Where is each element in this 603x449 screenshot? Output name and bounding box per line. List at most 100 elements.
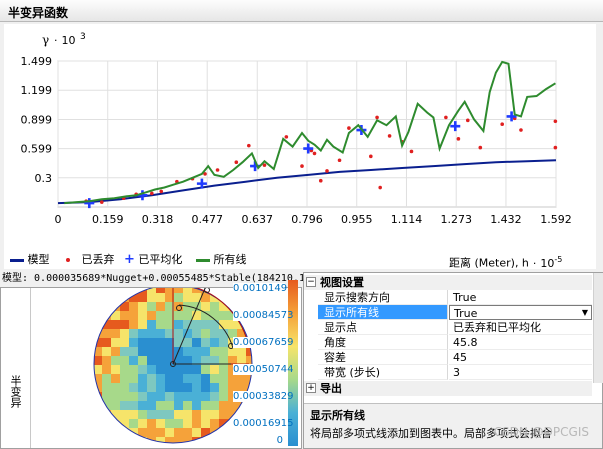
surface-cell [94,410,102,419]
surface-cell [147,374,156,383]
surface-cell [219,338,228,347]
surface-cell [120,302,129,311]
surface-cell [165,401,174,410]
surface-cell [102,401,111,410]
legend-model: 模型 [10,252,50,268]
surface-cell [111,374,120,383]
scale-label: 0 [233,435,285,446]
x-tick-label: 0.955 [341,213,373,226]
property-key: 显示所有线 [318,305,448,320]
surface-cell [183,401,192,410]
expand-icon[interactable]: + [306,383,316,393]
surface-cell [219,392,228,401]
surface-cell [201,365,210,374]
scale-label: 0.00050744 [233,364,294,375]
data-point [444,115,448,120]
surface-cell [102,392,111,401]
surface-cell [120,356,129,365]
surface-cell [165,410,174,419]
collapse-icon[interactable]: − [306,277,316,287]
property-row-show-all-lines[interactable]: 显示所有线 True ▼ [318,305,592,320]
surface-cell [120,293,129,302]
data-point [234,160,239,164]
surface-cell [138,419,147,428]
surface-cell [201,410,210,419]
data-point [465,118,470,123]
surface-cell [94,401,102,410]
data-point [387,134,392,138]
surface-cell [192,338,201,347]
surface-cell [129,419,138,428]
property-value[interactable]: 已丢弃和已平均化 [449,320,592,335]
data-point [150,191,154,196]
property-value-select[interactable]: True ▼ [449,305,592,320]
property-row-bandwidth[interactable]: 带宽 (步长) 3 [318,365,592,380]
y-tick-label: 1.199 [21,84,53,97]
surface-cell [156,329,165,338]
plus-icon: + [124,252,135,267]
surface-cell [129,329,138,338]
surface-cell [192,428,201,437]
property-value[interactable]: True [449,290,592,305]
surface-cell [111,338,120,347]
category-view-settings[interactable]: − 视图设置 [304,275,592,290]
dropdown-arrow-icon[interactable]: ▼ [579,306,591,319]
surface-cell [94,293,102,302]
surface-cell [210,437,219,443]
data-point [159,189,164,194]
y-tick-label: 0.899 [21,113,53,126]
x-tick-label: 0.637 [242,213,274,226]
legend-all-lines-swatch [196,258,210,262]
property-grid-scrollbar[interactable] [593,273,603,383]
surface-cell [210,374,219,383]
legend-all-lines: 所有线 [196,252,247,268]
data-point [369,154,373,159]
scale-label: 0.00067659 [233,337,294,348]
property-row-angle[interactable]: 角度 45.8 [318,335,592,350]
legend-discarded-swatch [66,258,70,262]
surface-cell [183,311,192,320]
surface-cell [156,419,165,428]
property-value[interactable]: 45.8 [449,335,592,350]
surface-cell [156,428,165,437]
surface-cell [210,329,219,338]
surface-cell [120,401,129,410]
watermark: CSDN @DPCGIS [493,425,589,439]
property-row-show-search-direction[interactable]: 显示搜索方向 True [318,290,592,305]
property-value[interactable]: 45 [449,350,592,365]
surface-cell [129,392,138,401]
surface-cell [129,288,138,293]
description-title: 显示所有线 [310,409,365,422]
surface-cell [138,338,147,347]
surface-cell [94,288,102,293]
x-tick-label: 1.114 [391,213,423,226]
surface-cell [174,302,183,311]
semivariogram-chart: 0.3 0.599 0.899 1.199 1.499 0 0.159 0.318 0.477 0… [4,24,596,252]
surface-cell [147,338,156,347]
property-row-tolerance[interactable]: 容差 45 [318,350,592,365]
data-point [409,149,414,154]
surface-cell [165,383,174,392]
category-label: 导出 [320,382,342,395]
surface-cell [147,437,156,443]
surface-cell [174,410,183,419]
property-row-show-points[interactable]: 显示点 已丢弃和已平均化 [318,320,592,335]
surface-cell [174,392,183,401]
surface-cell [138,365,147,374]
surface-cell [183,288,192,293]
category-export[interactable]: + 导出 [304,381,592,396]
property-value[interactable]: 3 [449,365,592,380]
x-tick-label: 1.273 [440,213,472,226]
data-point [478,145,483,150]
surface-cell [111,293,120,302]
surface-cell [147,293,156,302]
surface-cell [102,347,111,356]
surface-cell [219,311,228,320]
surface-cell [237,374,246,383]
surface-cell [210,401,219,410]
surface-cell [102,302,111,311]
surface-cell [210,288,219,293]
surface-cell [156,410,165,419]
surface-cell [192,383,201,392]
surface-cell [94,302,102,311]
